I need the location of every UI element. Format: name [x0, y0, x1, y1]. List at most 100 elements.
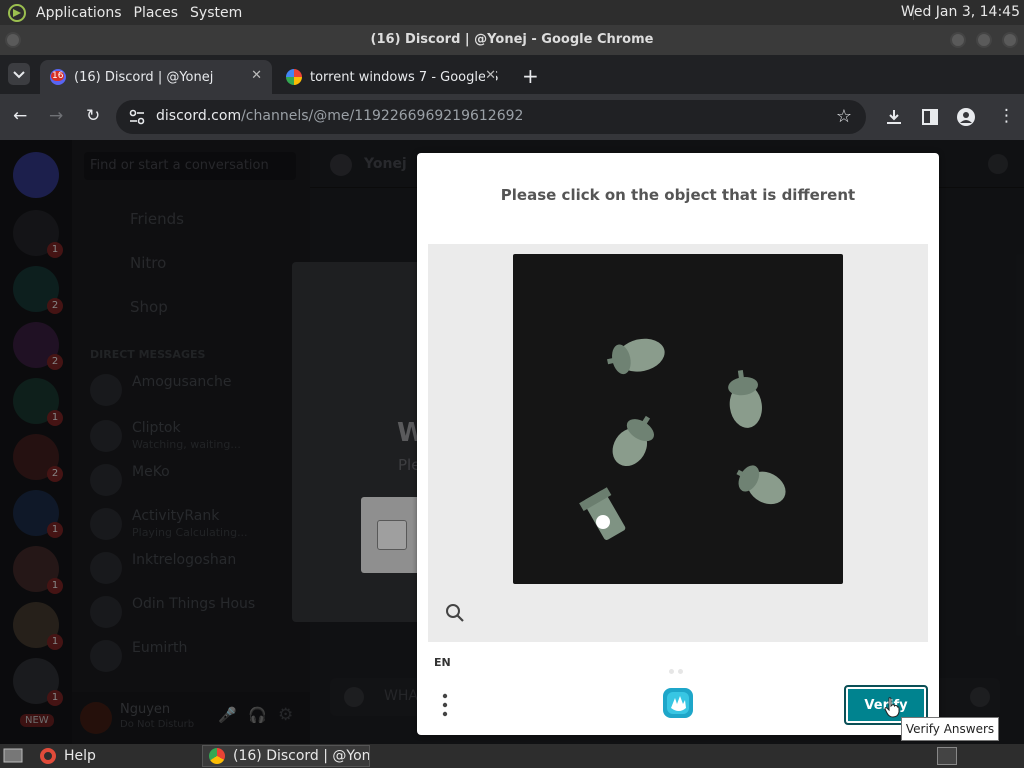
hcaptcha-checkbox[interactable]: [377, 520, 407, 550]
emoji-icon[interactable]: [970, 687, 990, 707]
url-host: discord.com: [156, 108, 242, 124]
mouse-pointer-icon: [884, 697, 900, 718]
hcaptcha-logo-icon: [663, 688, 693, 718]
language-selector[interactable]: EN: [434, 656, 451, 669]
dm-search-input[interactable]: Find or start a conversation: [84, 152, 296, 180]
server-icon[interactable]: 2: [13, 266, 63, 314]
kebab-menu-icon[interactable]: ⋮: [998, 106, 1015, 126]
server-list: 1 2 2 1 2 1 1 1 1 NEW: [0, 140, 72, 744]
back-arrow-icon[interactable]: ←: [13, 106, 27, 126]
avatar: [90, 596, 122, 628]
dm-item[interactable]: Inktrelogoshan: [90, 548, 300, 588]
unread-badge: 1: [47, 522, 63, 538]
dm-item[interactable]: Eumirth: [90, 636, 300, 676]
server-icon[interactable]: 1: [13, 602, 63, 650]
menu-applications[interactable]: Applications: [30, 5, 128, 21]
discord-favicon: 16: [50, 69, 66, 85]
click-marker: [596, 515, 610, 529]
dm-item[interactable]: Odin Things Hous: [90, 592, 300, 632]
tab-close-icon[interactable]: ✕: [485, 68, 496, 83]
user-status: Do Not Disturb: [120, 719, 195, 730]
taskbar-item-chrome[interactable]: (16) Discord | @Yon...: [202, 745, 370, 767]
dm-name: Inktrelogoshan: [132, 552, 237, 568]
tab-discord[interactable]: 16 (16) Discord | @Yonej ✕: [40, 60, 272, 94]
nav-nitro[interactable]: Nitro: [130, 254, 166, 272]
composer-hint: WHA: [384, 688, 418, 704]
show-desktop-icon[interactable]: [3, 747, 23, 765]
side-panel-icon[interactable]: [922, 109, 938, 125]
google-favicon: [286, 69, 302, 85]
taskbar-label: (16) Discord | @Yon...: [233, 748, 370, 764]
captcha-stage: [428, 244, 928, 642]
unread-badge: 2: [47, 298, 63, 314]
tab-strip: 16 (16) Discord | @Yonej ✕ torrent windo…: [0, 55, 1024, 94]
unread-badge: 1: [47, 578, 63, 594]
server-icon[interactable]: 1: [13, 210, 63, 258]
avatar: [90, 508, 122, 540]
gear-icon[interactable]: ⚙: [278, 705, 293, 725]
tab-search-icon[interactable]: [8, 63, 30, 85]
panel-clock[interactable]: Wed Jan 3, 14:45: [901, 4, 1020, 20]
dm-item[interactable]: ActivityRank Playing Calculating...: [90, 504, 300, 544]
captcha-menu-icon[interactable]: [439, 692, 451, 718]
workspace-chrome-icon[interactable]: [937, 747, 957, 765]
page-dot: [678, 669, 683, 674]
unread-badge: 1: [47, 242, 63, 258]
add-attachment-icon[interactable]: [344, 687, 364, 707]
server-icon[interactable]: 1: [13, 546, 63, 594]
server-icon[interactable]: 2: [13, 434, 63, 482]
server-icon[interactable]: 1: [13, 658, 63, 706]
window-titlebar[interactable]: (16) Discord | @Yonej - Google Chrome: [0, 25, 1024, 55]
download-icon[interactable]: [885, 108, 903, 126]
dm-item[interactable]: MeKo: [90, 460, 300, 500]
unread-badge: 1: [47, 410, 63, 426]
url-text: discord.com/channels/@me/119226696921961…: [156, 108, 523, 124]
magnifier-icon[interactable]: [445, 603, 465, 623]
close-window-button[interactable]: [1002, 32, 1018, 48]
server-icon[interactable]: 1: [13, 490, 63, 538]
tab-label: (16) Discord | @Yonej: [74, 69, 214, 85]
acorn-object: [612, 415, 655, 467]
maximize-button[interactable]: [976, 32, 992, 48]
server-icon[interactable]: 2: [13, 322, 63, 370]
mute-icon[interactable]: 🎤: [218, 706, 237, 724]
nav-friends[interactable]: Friends: [130, 210, 184, 228]
tab-label: torrent windows 7 - Google S: [310, 69, 499, 85]
dm-item[interactable]: Cliptok Watching, waiting...: [90, 416, 300, 456]
discord-home-icon[interactable]: [13, 152, 59, 198]
unread-badge: 1: [47, 634, 63, 650]
gnome-foot-icon[interactable]: [6, 3, 28, 23]
avatar: [90, 374, 122, 406]
page-dots: [669, 659, 687, 678]
minimize-button[interactable]: [950, 32, 966, 48]
odd-object[interactable]: [575, 484, 635, 548]
challenge-image[interactable]: [513, 254, 843, 584]
window-menu-button[interactable]: [5, 32, 21, 48]
acorn-object: [607, 338, 665, 375]
new-tab-icon[interactable]: +: [522, 64, 539, 88]
menu-system[interactable]: System: [184, 5, 248, 21]
profile-icon[interactable]: [956, 107, 976, 127]
bookmark-star-icon[interactable]: ☆: [836, 106, 852, 127]
dm-sidebar: Find or start a conversation Friends Nit…: [72, 140, 310, 744]
dm-item[interactable]: Amogusanche: [90, 370, 300, 410]
forward-arrow-icon[interactable]: →: [49, 106, 63, 126]
taskbar-item-help[interactable]: Help: [34, 745, 198, 767]
tab-close-icon[interactable]: ✕: [251, 68, 262, 83]
tab-badge: 16: [51, 71, 65, 81]
server-icon[interactable]: 1: [13, 378, 63, 426]
avatar: [90, 552, 122, 584]
nav-shop[interactable]: Shop: [130, 298, 168, 316]
avatar: [330, 154, 352, 176]
dm-name: ActivityRank: [132, 508, 220, 524]
top-panel: Applications Places System Wed Jan 3, 14…: [0, 0, 1024, 25]
help-icon[interactable]: [988, 154, 1008, 174]
avatar[interactable]: [80, 702, 112, 734]
menu-places[interactable]: Places: [128, 5, 185, 21]
headphones-icon[interactable]: 🎧: [248, 706, 267, 724]
site-info-icon[interactable]: [128, 108, 146, 126]
reload-icon[interactable]: ↻: [86, 106, 100, 126]
address-bar[interactable]: discord.com/channels/@me/119226696921961…: [116, 100, 866, 134]
dm-name: Odin Things Hous: [132, 596, 256, 612]
tab-google-search[interactable]: torrent windows 7 - Google S ✕: [276, 60, 506, 94]
